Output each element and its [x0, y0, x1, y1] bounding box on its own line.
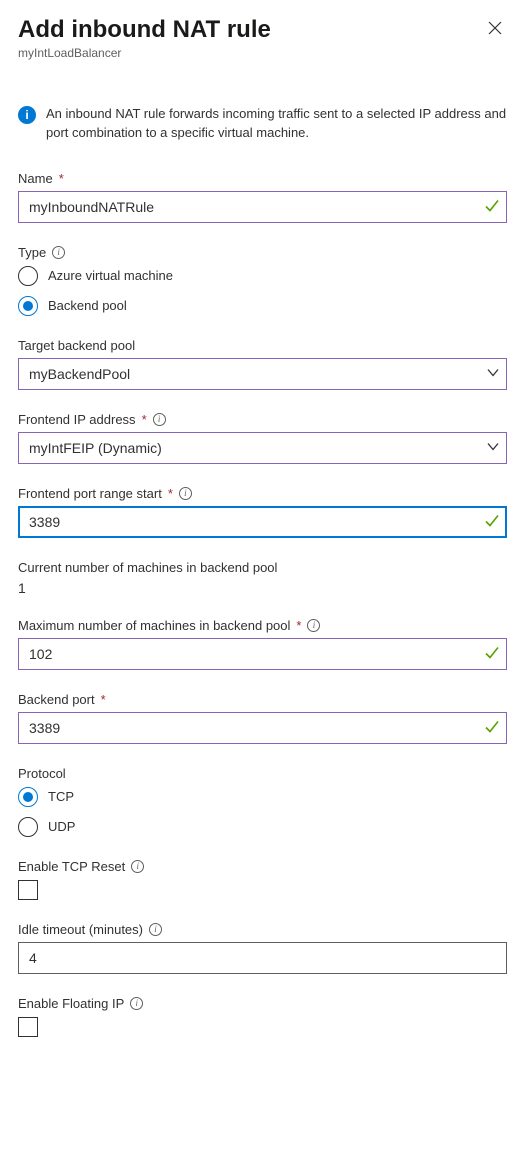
info-tooltip-icon[interactable]: i — [130, 997, 143, 1010]
page-title: Add inbound NAT rule — [18, 16, 271, 44]
floating-ip-checkbox[interactable] — [18, 1017, 38, 1037]
tcp-reset-checkbox[interactable] — [18, 880, 38, 900]
info-icon: i — [18, 106, 36, 124]
info-text: An inbound NAT rule forwards incoming tr… — [46, 105, 507, 143]
info-tooltip-icon[interactable]: i — [153, 413, 166, 426]
close-button[interactable] — [483, 16, 507, 43]
frontend-ip-select[interactable]: myIntFEIP (Dynamic) — [18, 432, 507, 464]
radio-icon — [18, 296, 38, 316]
protocol-radio-udp[interactable]: UDP — [18, 817, 507, 837]
radio-icon — [18, 787, 38, 807]
info-banner: i An inbound NAT rule forwards incoming … — [18, 105, 507, 143]
page-subtitle: myIntLoadBalancer — [18, 46, 271, 60]
type-radio-vm-label: Azure virtual machine — [48, 268, 173, 283]
max-machines-label: Maximum number of machines in backend po… — [18, 618, 290, 633]
current-machines-value: 1 — [18, 580, 507, 596]
protocol-udp-label: UDP — [48, 819, 75, 834]
radio-icon — [18, 817, 38, 837]
info-tooltip-icon[interactable]: i — [52, 246, 65, 259]
idle-timeout-label: Idle timeout (minutes) — [18, 922, 143, 937]
required-indicator: * — [296, 618, 301, 633]
info-tooltip-icon[interactable]: i — [179, 487, 192, 500]
current-machines-label: Current number of machines in backend po… — [18, 560, 277, 575]
frontend-port-start-label: Frontend port range start — [18, 486, 162, 501]
target-pool-value: myBackendPool — [29, 366, 130, 382]
target-pool-select[interactable]: myBackendPool — [18, 358, 507, 390]
protocol-tcp-label: TCP — [48, 789, 74, 804]
floating-ip-label: Enable Floating IP — [18, 996, 124, 1011]
info-tooltip-icon[interactable]: i — [149, 923, 162, 936]
backend-port-input[interactable] — [18, 712, 507, 744]
target-pool-label: Target backend pool — [18, 338, 135, 353]
protocol-label: Protocol — [18, 766, 66, 781]
info-tooltip-icon[interactable]: i — [131, 860, 144, 873]
max-machines-input[interactable] — [18, 638, 507, 670]
backend-port-label: Backend port — [18, 692, 95, 707]
type-radio-vm[interactable]: Azure virtual machine — [18, 266, 507, 286]
tcp-reset-label: Enable TCP Reset — [18, 859, 125, 874]
required-indicator: * — [101, 692, 106, 707]
protocol-radio-tcp[interactable]: TCP — [18, 787, 507, 807]
type-label: Type — [18, 245, 46, 260]
required-indicator: * — [59, 171, 64, 186]
name-label: Name — [18, 171, 53, 186]
required-indicator: * — [142, 412, 147, 427]
info-tooltip-icon[interactable]: i — [307, 619, 320, 632]
required-indicator: * — [168, 486, 173, 501]
frontend-port-start-input[interactable] — [18, 506, 507, 538]
frontend-ip-label: Frontend IP address — [18, 412, 136, 427]
type-radio-pool[interactable]: Backend pool — [18, 296, 507, 316]
frontend-ip-value: myIntFEIP (Dynamic) — [29, 440, 162, 456]
close-icon — [487, 20, 503, 36]
name-input[interactable] — [18, 191, 507, 223]
type-radio-pool-label: Backend pool — [48, 298, 127, 313]
radio-icon — [18, 266, 38, 286]
idle-timeout-input[interactable] — [18, 942, 507, 974]
